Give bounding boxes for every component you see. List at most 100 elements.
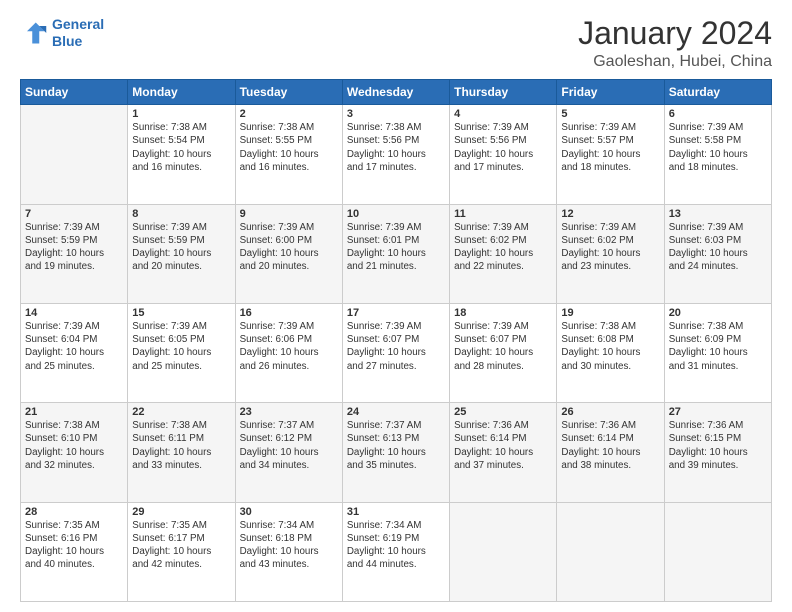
day-info: Sunrise: 7:38 AM Sunset: 5:56 PM Dayligh… — [347, 121, 445, 174]
day-number: 31 — [347, 506, 445, 518]
weekday-header-saturday: Saturday — [664, 80, 771, 105]
day-number: 14 — [25, 307, 123, 319]
calendar-cell: 12Sunrise: 7:39 AM Sunset: 6:02 PM Dayli… — [557, 204, 664, 303]
day-number: 25 — [454, 406, 552, 418]
day-info: Sunrise: 7:34 AM Sunset: 6:19 PM Dayligh… — [347, 519, 445, 572]
day-number: 30 — [240, 506, 338, 518]
day-info: Sunrise: 7:39 AM Sunset: 6:03 PM Dayligh… — [669, 221, 767, 274]
day-number: 7 — [25, 208, 123, 220]
day-number: 4 — [454, 108, 552, 120]
day-number: 3 — [347, 108, 445, 120]
calendar-cell: 5Sunrise: 7:39 AM Sunset: 5:57 PM Daylig… — [557, 105, 664, 204]
calendar-week-1: 1Sunrise: 7:38 AM Sunset: 5:54 PM Daylig… — [21, 105, 772, 204]
day-number: 20 — [669, 307, 767, 319]
day-number: 15 — [132, 307, 230, 319]
calendar-cell: 9Sunrise: 7:39 AM Sunset: 6:00 PM Daylig… — [235, 204, 342, 303]
calendar-cell: 25Sunrise: 7:36 AM Sunset: 6:14 PM Dayli… — [450, 403, 557, 502]
calendar-cell: 10Sunrise: 7:39 AM Sunset: 6:01 PM Dayli… — [342, 204, 449, 303]
day-info: Sunrise: 7:39 AM Sunset: 5:59 PM Dayligh… — [25, 221, 123, 274]
day-info: Sunrise: 7:36 AM Sunset: 6:15 PM Dayligh… — [669, 419, 767, 472]
calendar-cell: 28Sunrise: 7:35 AM Sunset: 6:16 PM Dayli… — [21, 502, 128, 601]
day-number: 28 — [25, 506, 123, 518]
day-number: 21 — [25, 406, 123, 418]
weekday-header-thursday: Thursday — [450, 80, 557, 105]
day-info: Sunrise: 7:35 AM Sunset: 6:17 PM Dayligh… — [132, 519, 230, 572]
calendar-cell — [450, 502, 557, 601]
day-info: Sunrise: 7:38 AM Sunset: 6:11 PM Dayligh… — [132, 419, 230, 472]
calendar-cell: 21Sunrise: 7:38 AM Sunset: 6:10 PM Dayli… — [21, 403, 128, 502]
calendar-week-4: 21Sunrise: 7:38 AM Sunset: 6:10 PM Dayli… — [21, 403, 772, 502]
day-number: 29 — [132, 506, 230, 518]
logo-blue: Blue — [52, 33, 82, 49]
calendar-cell: 6Sunrise: 7:39 AM Sunset: 5:58 PM Daylig… — [664, 105, 771, 204]
calendar-cell: 20Sunrise: 7:38 AM Sunset: 6:09 PM Dayli… — [664, 303, 771, 402]
day-info: Sunrise: 7:37 AM Sunset: 6:13 PM Dayligh… — [347, 419, 445, 472]
day-number: 17 — [347, 307, 445, 319]
weekday-header-tuesday: Tuesday — [235, 80, 342, 105]
calendar-cell: 23Sunrise: 7:37 AM Sunset: 6:12 PM Dayli… — [235, 403, 342, 502]
day-info: Sunrise: 7:39 AM Sunset: 5:56 PM Dayligh… — [454, 121, 552, 174]
weekday-header-wednesday: Wednesday — [342, 80, 449, 105]
page: General Blue January 2024 Gaoleshan, Hub… — [0, 0, 792, 612]
day-info: Sunrise: 7:34 AM Sunset: 6:18 PM Dayligh… — [240, 519, 338, 572]
day-info: Sunrise: 7:39 AM Sunset: 6:00 PM Dayligh… — [240, 221, 338, 274]
day-number: 27 — [669, 406, 767, 418]
calendar-cell: 15Sunrise: 7:39 AM Sunset: 6:05 PM Dayli… — [128, 303, 235, 402]
main-title: January 2024 — [578, 16, 772, 51]
calendar-cell: 16Sunrise: 7:39 AM Sunset: 6:06 PM Dayli… — [235, 303, 342, 402]
title-block: January 2024 Gaoleshan, Hubei, China — [578, 16, 772, 71]
header: General Blue January 2024 Gaoleshan, Hub… — [20, 16, 772, 71]
calendar-cell: 7Sunrise: 7:39 AM Sunset: 5:59 PM Daylig… — [21, 204, 128, 303]
day-info: Sunrise: 7:39 AM Sunset: 6:04 PM Dayligh… — [25, 320, 123, 373]
calendar-cell: 19Sunrise: 7:38 AM Sunset: 6:08 PM Dayli… — [557, 303, 664, 402]
day-number: 1 — [132, 108, 230, 120]
day-info: Sunrise: 7:39 AM Sunset: 6:07 PM Dayligh… — [454, 320, 552, 373]
day-info: Sunrise: 7:39 AM Sunset: 6:05 PM Dayligh… — [132, 320, 230, 373]
day-number: 19 — [561, 307, 659, 319]
day-number: 8 — [132, 208, 230, 220]
calendar-cell: 29Sunrise: 7:35 AM Sunset: 6:17 PM Dayli… — [128, 502, 235, 601]
day-number: 13 — [669, 208, 767, 220]
calendar-cell: 4Sunrise: 7:39 AM Sunset: 5:56 PM Daylig… — [450, 105, 557, 204]
calendar-cell: 22Sunrise: 7:38 AM Sunset: 6:11 PM Dayli… — [128, 403, 235, 502]
logo-general: General — [52, 16, 104, 32]
calendar-week-5: 28Sunrise: 7:35 AM Sunset: 6:16 PM Dayli… — [21, 502, 772, 601]
day-info: Sunrise: 7:39 AM Sunset: 6:06 PM Dayligh… — [240, 320, 338, 373]
day-number: 22 — [132, 406, 230, 418]
calendar-cell: 13Sunrise: 7:39 AM Sunset: 6:03 PM Dayli… — [664, 204, 771, 303]
day-info: Sunrise: 7:35 AM Sunset: 6:16 PM Dayligh… — [25, 519, 123, 572]
calendar-cell: 1Sunrise: 7:38 AM Sunset: 5:54 PM Daylig… — [128, 105, 235, 204]
day-info: Sunrise: 7:37 AM Sunset: 6:12 PM Dayligh… — [240, 419, 338, 472]
calendar-cell — [664, 502, 771, 601]
day-info: Sunrise: 7:39 AM Sunset: 5:57 PM Dayligh… — [561, 121, 659, 174]
weekday-header-monday: Monday — [128, 80, 235, 105]
day-info: Sunrise: 7:39 AM Sunset: 5:59 PM Dayligh… — [132, 221, 230, 274]
day-info: Sunrise: 7:39 AM Sunset: 5:58 PM Dayligh… — [669, 121, 767, 174]
calendar-cell: 30Sunrise: 7:34 AM Sunset: 6:18 PM Dayli… — [235, 502, 342, 601]
calendar-cell: 18Sunrise: 7:39 AM Sunset: 6:07 PM Dayli… — [450, 303, 557, 402]
calendar-week-2: 7Sunrise: 7:39 AM Sunset: 5:59 PM Daylig… — [21, 204, 772, 303]
calendar-table: SundayMondayTuesdayWednesdayThursdayFrid… — [20, 79, 772, 602]
calendar-cell: 17Sunrise: 7:39 AM Sunset: 6:07 PM Dayli… — [342, 303, 449, 402]
day-number: 24 — [347, 406, 445, 418]
calendar-cell: 24Sunrise: 7:37 AM Sunset: 6:13 PM Dayli… — [342, 403, 449, 502]
day-info: Sunrise: 7:38 AM Sunset: 6:08 PM Dayligh… — [561, 320, 659, 373]
day-number: 12 — [561, 208, 659, 220]
calendar-cell: 8Sunrise: 7:39 AM Sunset: 5:59 PM Daylig… — [128, 204, 235, 303]
logo-text: General Blue — [52, 16, 104, 50]
day-info: Sunrise: 7:36 AM Sunset: 6:14 PM Dayligh… — [454, 419, 552, 472]
day-number: 23 — [240, 406, 338, 418]
day-info: Sunrise: 7:36 AM Sunset: 6:14 PM Dayligh… — [561, 419, 659, 472]
weekday-header-friday: Friday — [557, 80, 664, 105]
logo-icon — [20, 19, 48, 47]
day-number: 16 — [240, 307, 338, 319]
day-number: 10 — [347, 208, 445, 220]
day-info: Sunrise: 7:39 AM Sunset: 6:02 PM Dayligh… — [454, 221, 552, 274]
calendar-cell: 11Sunrise: 7:39 AM Sunset: 6:02 PM Dayli… — [450, 204, 557, 303]
day-info: Sunrise: 7:38 AM Sunset: 6:10 PM Dayligh… — [25, 419, 123, 472]
calendar-cell: 14Sunrise: 7:39 AM Sunset: 6:04 PM Dayli… — [21, 303, 128, 402]
day-number: 18 — [454, 307, 552, 319]
calendar-header-row: SundayMondayTuesdayWednesdayThursdayFrid… — [21, 80, 772, 105]
day-info: Sunrise: 7:38 AM Sunset: 5:55 PM Dayligh… — [240, 121, 338, 174]
day-number: 2 — [240, 108, 338, 120]
